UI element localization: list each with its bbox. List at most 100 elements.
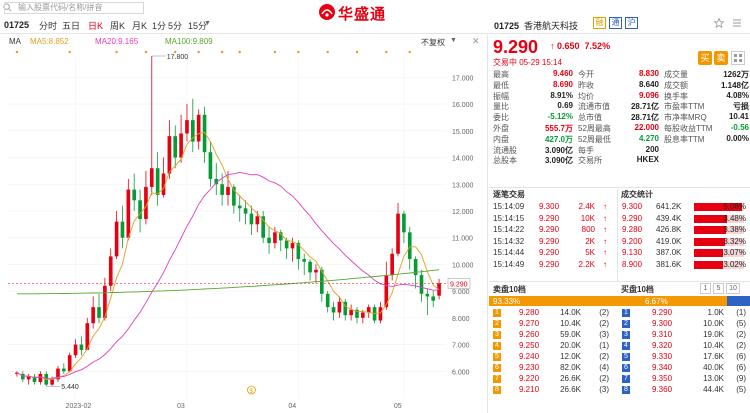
event-marker-icon[interactable]: [15, 50, 19, 54]
event-marker-icon[interactable]: [355, 50, 359, 54]
tab-day-k[interactable]: 日K: [88, 19, 103, 32]
sell-book: 1 9.280 14.0K (2) 2 9.270 10.4K (2) 3 9.260 59.0K (…: [489, 308, 617, 396]
quote-label: 成交量: [664, 70, 688, 79]
trade-row: 15:14:22 9.290 800 ↑: [489, 225, 617, 237]
deal-volume: 381.6K: [656, 259, 682, 269]
more-icon[interactable]: [732, 18, 742, 28]
deal-stats-title: 成交统计: [621, 190, 653, 199]
chart-stock-code: 01725: [4, 20, 30, 30]
candle-body: [314, 269, 318, 273]
quote-label: 流通市值: [578, 102, 610, 112]
deal-stat-row: 9.200 419.0K 3.32%: [618, 237, 750, 249]
candle-body: [431, 296, 436, 301]
ma-legend: MA MA5:8.852 MA20:9.165 MA100:9.809 不复权 …: [0, 35, 487, 47]
quote-value: 3.090亿: [544, 156, 573, 166]
tab-1min[interactable]: 1分: [152, 19, 166, 32]
min-price-label: 5.440: [61, 384, 79, 391]
search-input[interactable]: 输入股票代码/名称/拼音: [4, 2, 144, 14]
up-arrow-icon: ↑: [603, 259, 607, 269]
event-marker-icon[interactable]: [220, 50, 224, 54]
tab-timeline[interactable]: 分时: [39, 19, 57, 32]
quote-value: 0.00%: [726, 133, 749, 143]
sell-level-price: 9.240: [519, 352, 540, 361]
event-marker-icon[interactable]: [408, 50, 411, 54]
candle-body: [173, 136, 178, 158]
event-marker-icon[interactable]: [297, 50, 300, 54]
quote-value: 22.000: [634, 122, 659, 132]
chevron-down-icon[interactable]: ▼: [450, 37, 457, 44]
sell-button[interactable]: 卖: [714, 51, 728, 65]
event-marker-icon[interactable]: [326, 50, 329, 54]
quote-value: -5.12%: [547, 112, 573, 122]
event-marker-icon[interactable]: [238, 50, 241, 54]
sell-level-index: 2: [493, 320, 501, 328]
trade-price: 9.290: [539, 213, 560, 223]
depth-5-button[interactable]: 5: [713, 283, 724, 294]
grid-menu-icon[interactable]: [731, 51, 745, 65]
event-marker-icon[interactable]: [115, 50, 118, 54]
tab-month-k[interactable]: 月K: [132, 19, 147, 32]
ma20-value: MA20:9.165: [95, 37, 139, 46]
x-tick-label: 05: [394, 403, 402, 410]
y-tick-label: 9.000: [452, 289, 470, 296]
candle-body: [273, 232, 277, 244]
up-arrow-icon: ↑: [603, 225, 607, 234]
candle-body: [132, 189, 137, 201]
shanghai-badge: 沪: [625, 17, 638, 29]
candlestick-chart[interactable]: 17.000 16.000 15.000 14.000 13.000 12.000 11.0…: [0, 48, 487, 413]
x-tick-label: 03: [177, 403, 185, 410]
sell-level-index: 8: [493, 386, 501, 394]
trade-price: 9.300: [539, 202, 560, 211]
quote-label: 换手率: [664, 91, 688, 101]
buy-level-index: 8: [622, 386, 630, 394]
trade-price: 9.290: [539, 259, 560, 269]
event-marker-icon[interactable]: [197, 50, 200, 54]
chevron-down-icon[interactable]: ▼: [204, 20, 211, 27]
stock-title: 01725 香港航天科技: [494, 21, 579, 31]
quote-value: 427.0万: [544, 134, 573, 144]
sell-level-volume: 10.4K: [560, 319, 581, 328]
buy-level-row: 2 9.300 10.0K (5): [618, 319, 750, 330]
deal-price: 9.300: [622, 202, 643, 211]
sell-level-index: 5: [493, 353, 501, 361]
candle-body: [167, 136, 172, 174]
close-icon[interactable]: ✕: [472, 36, 480, 47]
connect-badge: 通: [609, 17, 622, 29]
up-arrow-icon: ↑: [603, 213, 607, 223]
event-marker-icon[interactable]: [68, 50, 71, 54]
deal-bar: [694, 249, 724, 257]
depth-10-button[interactable]: 10: [726, 283, 740, 294]
y-tick-label: 15.000: [452, 129, 474, 136]
quote-row: 最低 8.690 昨收 8.640 成交额 1.148亿: [489, 80, 750, 91]
tab-week-k[interactable]: 周K: [110, 19, 125, 32]
sell-level-row: 5 9.240 12.0K (2): [489, 352, 617, 363]
deal-bar: [694, 260, 723, 269]
quote-value: 9.460: [552, 69, 573, 78]
star-icon[interactable]: [714, 18, 724, 28]
buy-level-row: 1 9.290 1.0K (1): [618, 308, 750, 319]
event-marker-icon[interactable]: [385, 50, 388, 54]
depth-1-button[interactable]: 1: [700, 283, 711, 294]
adjust-dropdown[interactable]: 不复权: [421, 37, 445, 48]
trade-row: 15:14:44 9.290 5K ↑: [489, 248, 617, 260]
candle-body: [378, 307, 383, 321]
event-marker-icon[interactable]: [174, 50, 177, 54]
tab-five-day[interactable]: 五日: [62, 19, 80, 32]
buy-level-row: 4 9.320 10.4K (2): [618, 341, 750, 352]
tab-5min[interactable]: 5分: [168, 19, 182, 32]
candle-body: [284, 240, 289, 249]
event-marker-icon[interactable]: [273, 50, 277, 54]
buy-button[interactable]: 买: [698, 51, 712, 65]
buy-book: 1 9.290 1.0K (1) 2 9.300 10.0K (5) 3 9.310 19.0K (2…: [618, 308, 750, 396]
candle-body: [149, 168, 154, 187]
sell-level-count: (2): [599, 374, 609, 383]
trades-list: 15:14:09 9.300 2.4K ↑ 15:14:15 9.290 10K ↑ 15:14…: [489, 202, 617, 271]
buy-level-count: (5): [736, 319, 746, 328]
trade-volume: 2.2K: [578, 259, 595, 269]
event-marker-icon[interactable]: [144, 50, 148, 54]
sell-level-row: 4 9.250 20.0K (1): [489, 341, 617, 352]
quote-label: 今开: [578, 70, 594, 79]
buy-level-price: 9.360: [652, 385, 673, 394]
candle-body: [402, 213, 406, 233]
deal-pct: 3.32%: [723, 236, 746, 246]
